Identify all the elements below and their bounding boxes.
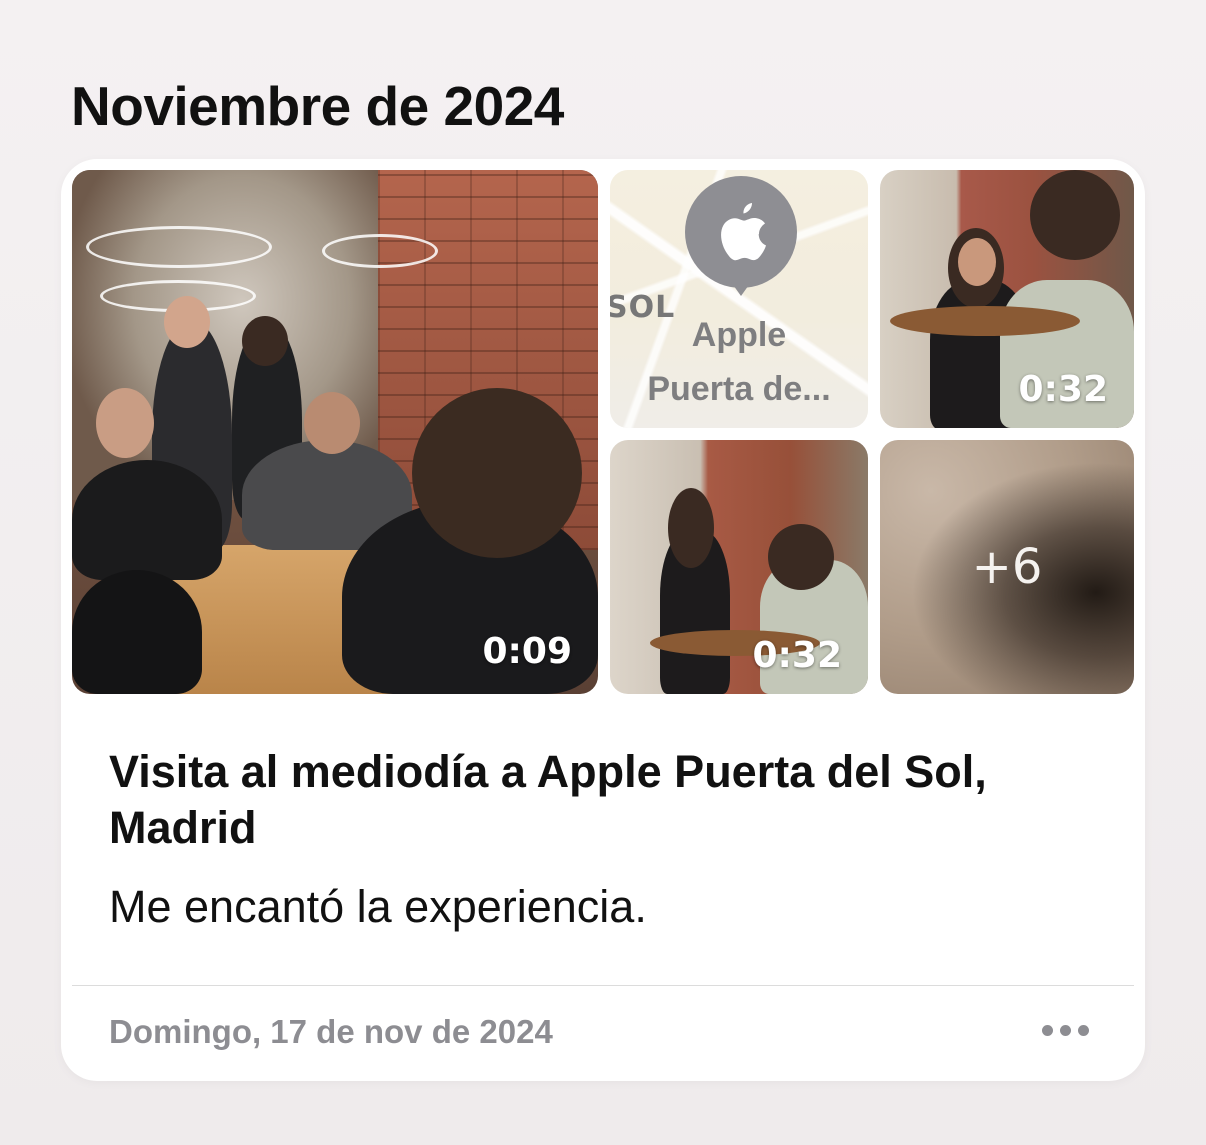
- apple-logo-glyph: [721, 203, 766, 261]
- section-title: Noviembre de 2024: [71, 75, 564, 137]
- person-hair: [668, 488, 714, 568]
- light-ring-decor: [86, 226, 272, 268]
- person-hair: [1030, 170, 1120, 260]
- person-hair: [412, 388, 582, 558]
- person-head: [164, 296, 210, 348]
- entry-title: Visita al mediodía a Apple Puerta del So…: [109, 746, 987, 853]
- light-ring-decor: [322, 234, 438, 268]
- person-head: [304, 392, 360, 454]
- video-duration: 0:32: [1018, 369, 1108, 410]
- person-head: [96, 388, 154, 458]
- guitar-decor: [890, 306, 1080, 336]
- video-duration: 0:09: [482, 631, 572, 672]
- map-place-line2: Puerta de...: [647, 370, 831, 408]
- apple-logo-icon: [685, 176, 797, 288]
- video-thumbnail-3[interactable]: 0:32: [610, 440, 868, 694]
- video-duration: 0:32: [752, 635, 842, 676]
- ellipsis-icon[interactable]: [1038, 1021, 1093, 1040]
- person-figure: [72, 570, 202, 694]
- map-place-line1: Apple: [691, 316, 787, 354]
- video-thumbnail-2[interactable]: 0:32: [880, 170, 1134, 428]
- entry-body: Me encantó la experiencia.: [109, 881, 647, 932]
- location-map-thumbnail[interactable]: SOL Apple Puerta de...: [610, 170, 868, 428]
- journal-page: Noviembre de 2024 0:09 SOL Apple Puerta …: [0, 0, 1206, 1145]
- main-video-thumbnail[interactable]: 0:09: [72, 170, 598, 694]
- more-media-tile[interactable]: +6: [880, 440, 1134, 694]
- person-head: [958, 238, 996, 286]
- person-figure: [72, 460, 222, 580]
- divider: [72, 985, 1134, 986]
- journal-entry-card[interactable]: 0:09 SOL Apple Puerta de... 0:32 0:32 +6…: [61, 159, 1145, 1081]
- person-head: [242, 316, 288, 366]
- person-hair: [768, 524, 834, 590]
- entry-date: Domingo, 17 de nov de 2024: [109, 1013, 553, 1050]
- more-media-count: +6: [971, 539, 1043, 595]
